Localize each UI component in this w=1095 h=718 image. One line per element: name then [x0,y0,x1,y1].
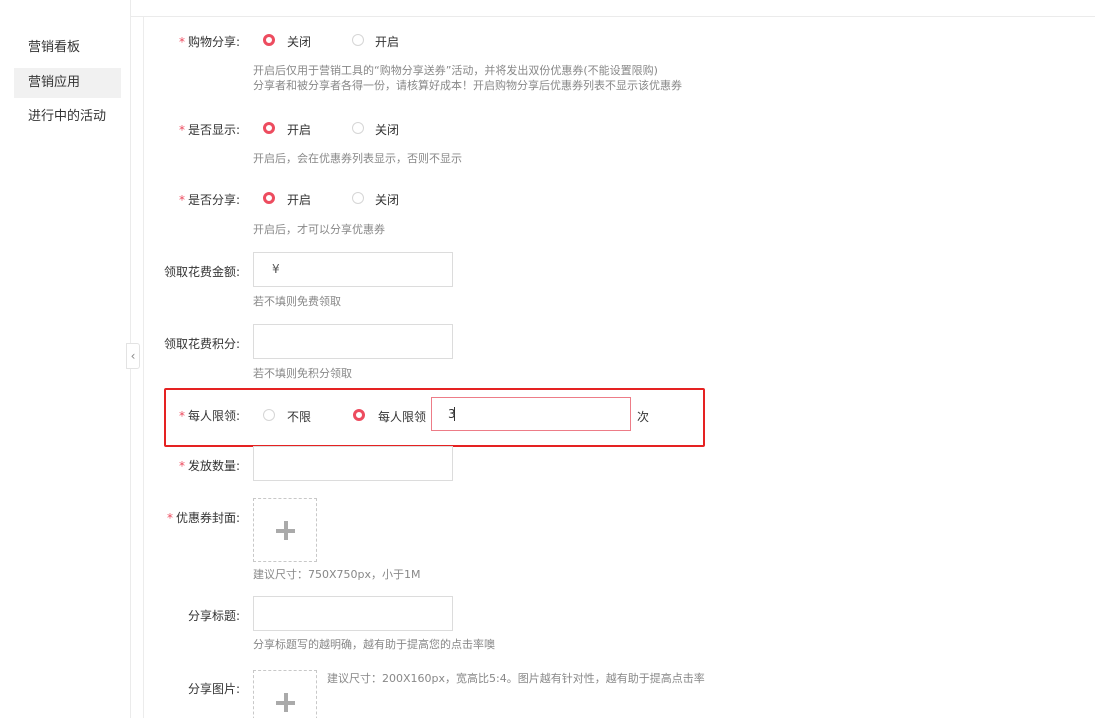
show-option-on[interactable]: 开启 [287,121,311,138]
share-option-off[interactable]: 关闭 [375,191,399,208]
shopping-share-option-off[interactable]: 关闭 [287,33,311,50]
shopping-share-hint-1: 开启后仅用于营销工具的“购物分享送券”活动，并将发出双份优惠券(不能设置限购) [253,64,658,77]
shopping-share-hint-2: 分享者和被分享者各得一份，请核算好成本！开启购物分享后优惠券列表不显示该优惠券 [253,79,682,92]
issue-quantity-label: * 发放数量: [178,459,240,473]
top-bar [131,0,1095,17]
cost-amount-label: 领取花费金额: [163,265,240,279]
per-person-limit-input[interactable]: 3 [431,397,631,431]
per-person-limit-unit: 次 [637,410,650,424]
per-person-limit-label: * 每人限领: [178,409,240,423]
share-radio-on[interactable] [263,192,275,204]
cost-amount-hint: 若不填则免费领取 [253,295,341,308]
issue-quantity-input[interactable] [253,446,453,481]
shopping-share-radio-off[interactable] [263,34,275,46]
shopping-share-radio-on[interactable] [352,34,364,46]
share-image-hint: 建议尺寸：200X160px，宽高比5:4。图片越有针对性，越有助于提高点击率 [327,672,705,685]
share-image-label: 分享图片: [187,682,240,696]
share-title-hint: 分享标题写的越明确，越有助于提高您的点击率噢 [253,638,495,651]
share-radio-off[interactable] [352,192,364,204]
show-hint: 开启后，会在优惠券列表显示，否则不显示 [253,152,462,165]
share-title-label: 分享标题: [187,609,240,623]
shopping-share-option-on[interactable]: 开启 [375,33,399,50]
per-person-limit-radio-limited[interactable] [353,409,365,421]
share-hint: 开启后，才可以分享优惠券 [253,223,385,236]
cost-amount-input[interactable]: ¥ [253,252,453,287]
per-person-limit-option-limited[interactable]: 每人限领 [378,408,426,425]
show-label: * 是否显示: [178,123,240,137]
per-person-limit-radio-unlimited[interactable] [263,409,275,421]
coupon-cover-label: * 优惠券封面: [166,511,240,525]
cost-points-input[interactable] [253,324,453,359]
show-radio-off[interactable] [352,122,364,134]
share-title-input[interactable] [253,596,453,631]
cost-points-label: 领取花费积分: [163,337,240,351]
coupon-cover-hint: 建议尺寸：750X750px，小于1M [253,568,421,581]
text-caret [454,407,455,421]
share-option-on[interactable]: 开启 [287,191,311,208]
share-label: * 是否分享: [178,193,240,207]
per-person-limit-option-unlimited[interactable]: 不限 [287,408,311,425]
cost-points-hint: 若不填则免积分领取 [253,367,352,380]
share-image-upload[interactable] [253,670,317,718]
sidebar-item-marketing-apps[interactable]: 营销应用 [14,68,121,98]
coupon-cover-upload[interactable] [253,498,317,562]
shopping-share-label: * 购物分享: [178,35,240,49]
show-radio-on[interactable] [263,122,275,134]
show-option-off[interactable]: 关闭 [375,121,399,138]
